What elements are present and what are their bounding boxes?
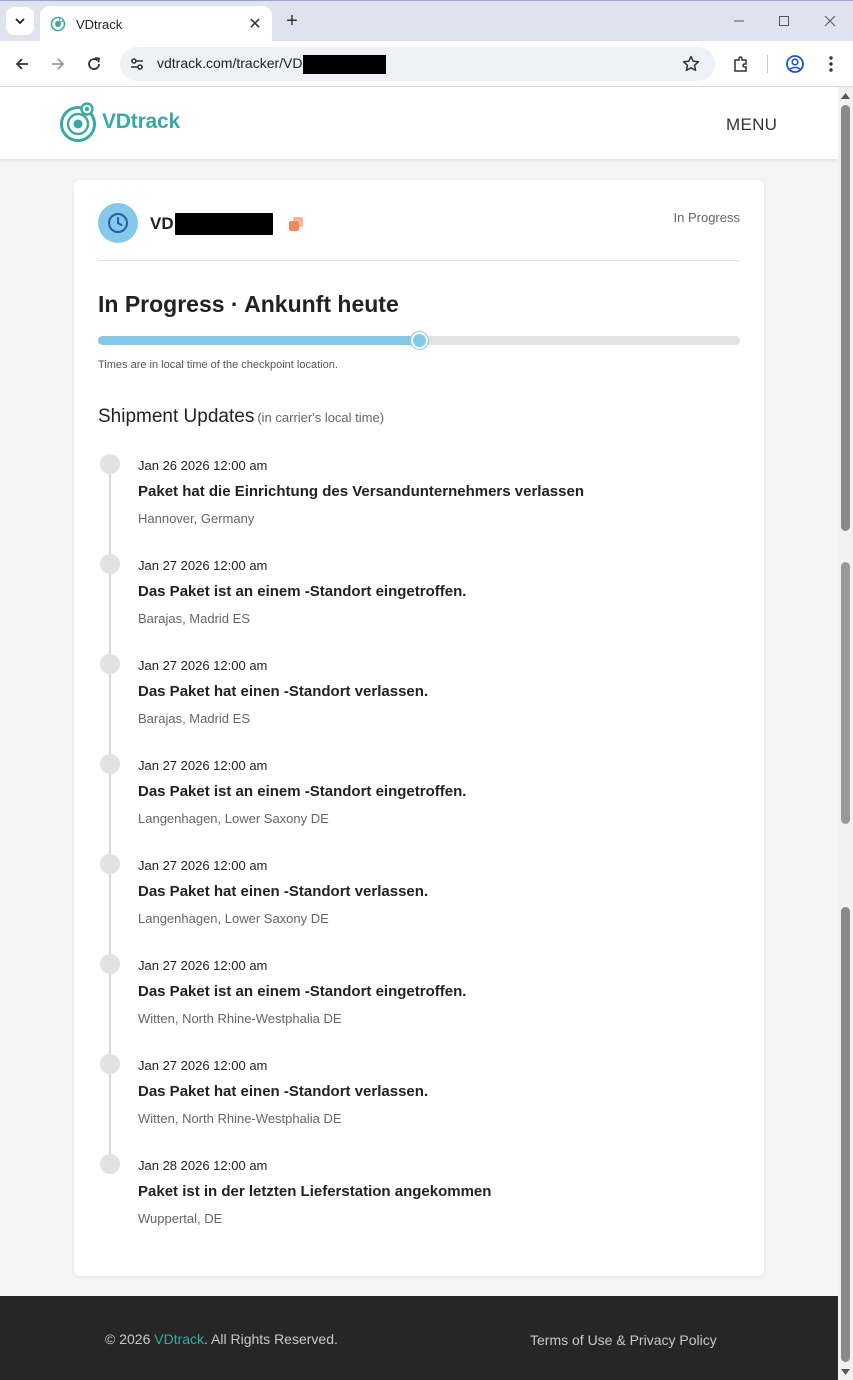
event-location: Witten, North Rhine-Westphalia DE [138,1011,342,1026]
updates-subtitle: (in carrier's local time) [257,410,385,425]
scrollbar-thumb[interactable] [841,105,850,531]
event-title: Das Paket ist an einem -Standort eingetr… [138,783,467,800]
minimize-icon[interactable] [728,11,750,31]
event-title: Das Paket ist an einem -Standort eingetr… [138,983,467,1000]
event-title: Das Paket hat einen -Standort verlassen. [138,1083,429,1100]
event-location: Barajas, Madrid ES [138,711,250,726]
tab-close-icon[interactable]: ✕ [244,13,266,35]
scrollbar-thumb-lower[interactable] [841,907,850,1362]
copy-icon[interactable] [288,216,304,232]
menu-button[interactable]: MENU [726,115,777,135]
timeline-event: Jan 27 2026 12:00 am Das Paket hat einen … [98,1054,740,1154]
timeline-dot [100,554,120,574]
forward-icon[interactable] [46,52,70,76]
profile-icon[interactable] [783,52,807,76]
tab-search-button[interactable] [6,7,34,35]
event-title: Paket ist in der letzten Lieferstation a… [138,1183,492,1200]
event-date: Jan 27 2026 12:00 am [138,558,268,573]
tracking-number: VD [150,213,273,235]
scrollbar-thumb-segment[interactable] [841,562,850,824]
reload-icon[interactable] [82,52,106,76]
tracking-header: VD In Progress [98,203,740,261]
timeline-dot [100,454,120,474]
event-location: Barajas, Madrid ES [138,611,250,626]
redaction-box [174,213,273,235]
page-scrollbar[interactable] [838,87,853,1380]
site-header: VDtrack MENU [0,87,838,159]
browser-tab-bar: VDtrack ✕ + [0,0,853,42]
event-date: Jan 27 2026 12:00 am [138,758,268,773]
timeline-event: Jan 27 2026 12:00 am Das Paket ist an ein… [98,754,740,854]
toolbar-divider [767,55,768,73]
timeline-event: Jan 26 2026 12:00 am Paket hat die Einric… [98,454,740,554]
browser-tab[interactable]: VDtrack ✕ [40,6,272,42]
event-title: Paket hat die Einrichtung des Versandunt… [138,483,584,500]
terms-privacy-link[interactable]: Terms of Use & Privacy Policy [530,1332,717,1348]
address-bar: vdtrack.com/tracker/VD [0,41,853,87]
maximize-icon[interactable] [773,11,795,31]
tracking-card: VD In Progress In Progress · Ankunft heu… [74,180,764,1276]
status-badge: In Progress [673,210,740,225]
timeline-event: Jan 27 2026 12:00 am Das Paket hat einen … [98,654,740,754]
url-omnibox[interactable]: vdtrack.com/tracker/VD [120,47,715,81]
timeline-dot [100,754,120,774]
timeline-event: Jan 28 2026 12:00 am Paket ist in der let… [98,1154,740,1254]
progress-knob [411,332,428,349]
vdtrack-logo[interactable]: VDtrack [59,101,180,143]
clock-icon [108,213,128,233]
timeline-dot [100,1154,120,1174]
timeline-event: Jan 27 2026 12:00 am Das Paket ist an ein… [98,954,740,1054]
event-date: Jan 27 2026 12:00 am [138,958,268,973]
back-icon[interactable] [10,52,34,76]
logo-text: VDtrack [102,110,180,133]
timeline-dot [100,1054,120,1074]
event-date: Jan 26 2026 12:00 am [138,458,268,473]
browser-menu-icon[interactable] [819,52,843,76]
event-date: Jan 27 2026 12:00 am [138,1058,268,1073]
event-date: Jan 28 2026 12:00 am [138,1158,268,1173]
redaction-box [303,54,387,74]
vdtrack-favicon-icon [50,16,66,32]
bookmark-star-icon[interactable] [681,54,701,74]
event-location: Langenhagen, Lower Saxony DE [138,811,329,826]
status-title: In Progress · Ankunft heute [98,291,399,317]
event-title: Das Paket hat einen -Standort verlassen. [138,683,429,700]
scroll-up-icon[interactable] [841,91,850,100]
event-location: Hannover, Germany [138,511,255,526]
new-tab-button[interactable]: + [281,10,303,32]
event-date: Jan 27 2026 12:00 am [138,858,268,873]
event-location: Wuppertal, DE [138,1211,223,1226]
extensions-icon[interactable] [729,52,753,76]
url-text: vdtrack.com/tracker/VD [157,54,387,74]
tab-title: VDtrack [76,16,123,32]
window-close-icon[interactable] [819,11,841,31]
site-footer: © 2026 VDtrack. All Rights Reserved. Ter… [0,1296,838,1380]
vdtrack-logo-icon [60,102,96,142]
event-location: Witten, North Rhine-Westphalia DE [138,1111,342,1126]
scroll-down-icon[interactable] [841,1367,850,1376]
page-viewport: VDtrack MENU VD In Progress In Progress … [0,87,838,1380]
updates-heading: Shipment Updates (in carrier's local time… [98,406,385,427]
timeline-dot [100,854,120,874]
event-date: Jan 27 2026 12:00 am [138,658,268,673]
timeline-dot [100,654,120,674]
timeline-dot [100,954,120,974]
progress-bar [98,332,740,349]
copyright-text: © 2026 VDtrack. All Rights Reserved. [105,1331,338,1347]
time-note: Times are in local time of the checkpoin… [98,359,338,371]
chevron-down-icon [15,18,25,25]
progress-fill [98,336,419,345]
event-location: Langenhagen, Lower Saxony DE [138,911,329,926]
event-title: Das Paket ist an einem -Standort eingetr… [138,583,467,600]
timeline-event: Jan 27 2026 12:00 am Das Paket ist an ein… [98,554,740,654]
timeline-event: Jan 27 2026 12:00 am Das Paket hat einen … [98,854,740,954]
event-title: Das Paket hat einen -Standort verlassen. [138,883,429,900]
site-settings-icon[interactable] [124,51,150,77]
footer-brand-link[interactable]: VDtrack [154,1331,204,1347]
status-clock-badge [98,203,138,243]
